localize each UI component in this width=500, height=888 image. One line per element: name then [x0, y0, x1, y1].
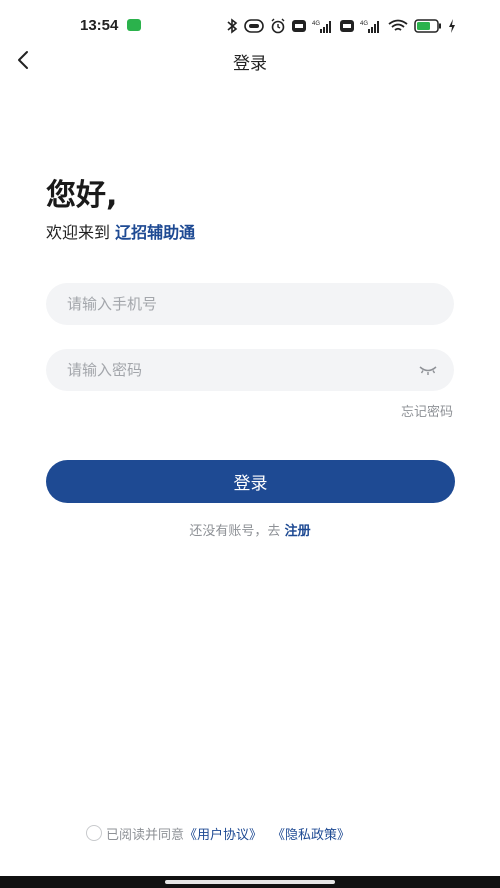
page-title: 登录: [233, 54, 267, 74]
phone-input[interactable]: [46, 283, 454, 325]
register-text: 还没有账号，去: [189, 524, 285, 539]
bluetooth-icon: [227, 18, 238, 34]
forgot-password-link[interactable]: 忘记密码: [401, 401, 453, 420]
agreement-checkbox[interactable]: [86, 825, 102, 841]
status-time: 13:54: [80, 17, 119, 34]
nfc-icon: [244, 19, 264, 33]
home-indicator[interactable]: [165, 880, 335, 884]
nav-bar: 登录: [0, 40, 500, 80]
status-icons: 4G 4G: [226, 16, 456, 36]
eye-closed-icon[interactable]: [418, 363, 438, 377]
greeting-title: 您好,: [46, 178, 118, 213]
svg-text:4G: 4G: [360, 21, 368, 27]
welcome-prefix: 欢迎来到: [46, 223, 116, 242]
welcome-text: 欢迎来到 辽招辅助通: [46, 219, 195, 243]
svg-text:4G: 4G: [312, 21, 320, 27]
charging-icon: [449, 19, 455, 33]
signal-icon: 4G: [360, 21, 379, 33]
register-link[interactable]: 注册: [285, 524, 311, 539]
notification-badge-icon: [127, 19, 141, 31]
login-button[interactable]: 登录: [46, 460, 455, 503]
user-agreement-link[interactable]: 《用户协议》: [184, 824, 262, 843]
password-input[interactable]: [46, 349, 454, 391]
register-prompt: 还没有账号，去 注册: [0, 520, 500, 539]
app-name: 辽招辅助通: [115, 223, 196, 242]
hd-icon: [340, 20, 354, 32]
password-field: [46, 349, 454, 391]
alarm-icon: [271, 18, 285, 34]
signal-icon: 4G: [312, 21, 331, 33]
hd-icon: [292, 20, 306, 32]
phone-field: [46, 283, 454, 325]
battery-icon: [414, 19, 441, 33]
wifi-icon: [388, 19, 408, 31]
agreement-row: 已阅读并同意 《用户协议》 《隐私政策》: [86, 823, 350, 843]
privacy-policy-link[interactable]: 《隐私政策》: [272, 824, 350, 843]
agreement-prefix: 已阅读并同意: [106, 827, 185, 843]
